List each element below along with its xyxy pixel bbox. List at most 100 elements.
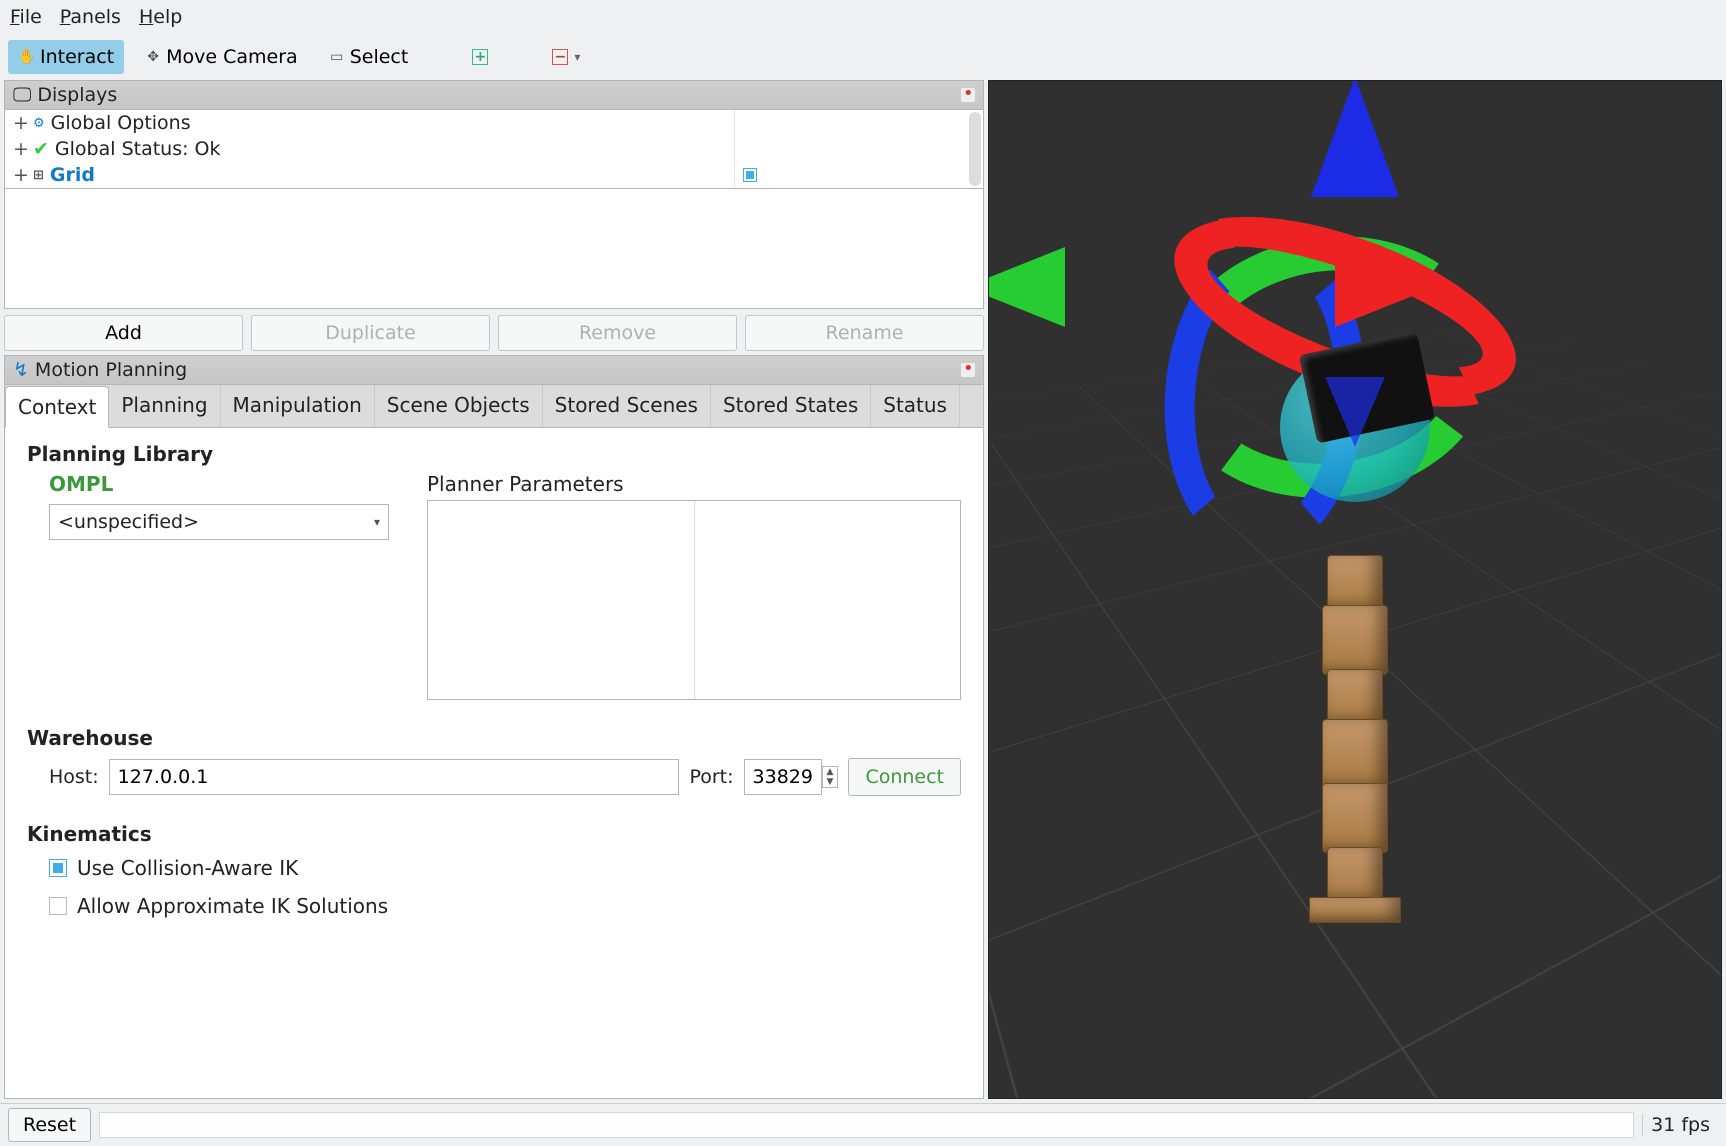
translate-arrow-z-neg[interactable] xyxy=(1325,377,1385,447)
interact-button[interactable]: ✋ Interact xyxy=(8,40,124,74)
close-icon[interactable] xyxy=(961,363,975,377)
menu-file[interactable]: File xyxy=(10,6,42,28)
tree-label: Global Status: Ok xyxy=(55,138,221,160)
fps-readout: 31 fps xyxy=(1642,1114,1718,1136)
motion-planning-header[interactable]: ↯ Motion Planning xyxy=(4,355,984,385)
translate-arrow-x[interactable] xyxy=(1335,247,1435,327)
rename-button: Rename xyxy=(745,315,984,351)
displays-title: Displays xyxy=(37,84,117,106)
grid-checkbox[interactable] xyxy=(743,168,757,182)
3d-viewport[interactable]: ◂ ▸ xyxy=(988,80,1722,1099)
warehouse-title: Warehouse xyxy=(27,726,961,750)
tab-status[interactable]: Status xyxy=(871,385,960,427)
move-camera-button[interactable]: ✥ Move Camera xyxy=(134,40,308,74)
expand-icon[interactable]: + xyxy=(13,138,27,160)
motion-icon: ↯ xyxy=(13,359,29,381)
remove-button: Remove xyxy=(498,315,737,351)
tree-row-global-status[interactable]: + ✔ Global Status: Ok xyxy=(5,136,734,162)
planner-params-title: Planner Parameters xyxy=(427,472,961,496)
add-button[interactable]: Add xyxy=(4,315,243,351)
tree-row-grid[interactable]: + ⊞ Grid xyxy=(5,162,734,188)
expand-icon[interactable]: + xyxy=(13,164,27,186)
gear-icon: ⚙ xyxy=(33,116,45,131)
displays-tree[interactable]: + ⚙ Global Options + ✔ Global Status: Ok… xyxy=(4,110,984,189)
connect-button[interactable]: Connect xyxy=(848,758,961,796)
collision-ik-row[interactable]: Use Collision-Aware IK xyxy=(49,856,961,880)
menu-help[interactable]: Help xyxy=(139,6,182,28)
reset-button[interactable]: Reset xyxy=(8,1108,91,1142)
planner-params-box[interactable] xyxy=(427,500,961,700)
motion-planning-panel: ↯ Motion Planning Context Planning Manip… xyxy=(4,355,984,1099)
tab-context[interactable]: Context xyxy=(5,386,109,428)
select-button[interactable]: ▭ Select xyxy=(318,40,419,74)
remove-tool-button[interactable]: −▾ xyxy=(542,43,590,71)
approx-ik-row[interactable]: Allow Approximate IK Solutions xyxy=(49,894,961,918)
planner-select[interactable]: <unspecified> ▾ xyxy=(49,504,389,540)
translate-arrow-y[interactable] xyxy=(988,247,1065,327)
minus-icon: − xyxy=(552,49,568,65)
select-label: Select xyxy=(350,46,409,68)
robot-link xyxy=(1322,783,1388,853)
move-camera-icon: ✥ xyxy=(144,48,162,66)
plus-icon: + xyxy=(472,49,488,65)
port-label: Port: xyxy=(689,766,733,788)
planner-select-value: <unspecified> xyxy=(58,511,199,533)
tab-stored-states[interactable]: Stored States xyxy=(711,385,871,427)
translate-arrow-z[interactable] xyxy=(1311,80,1399,197)
toolbar: ✋ Interact ✥ Move Camera ▭ Select + −▾ xyxy=(0,34,1726,80)
menu-panels[interactable]: Panels xyxy=(60,6,121,28)
motion-planning-title: Motion Planning xyxy=(35,359,187,381)
host-input[interactable] xyxy=(109,759,680,795)
tab-planning[interactable]: Planning xyxy=(109,385,220,427)
kinematics-title: Kinematics xyxy=(27,822,961,846)
chevron-down-icon: ▾ xyxy=(574,50,580,64)
host-label: Host: xyxy=(49,766,99,788)
robot-link xyxy=(1322,719,1388,789)
chevron-down-icon[interactable]: ▼ xyxy=(823,777,838,787)
displays-description xyxy=(4,189,984,309)
status-bar: Reset 31 fps xyxy=(0,1103,1726,1146)
move-camera-label: Move Camera xyxy=(166,46,298,68)
chevron-down-icon: ▾ xyxy=(374,515,380,529)
tree-label: Global Options xyxy=(51,112,191,134)
robot-link xyxy=(1327,847,1383,903)
port-input[interactable] xyxy=(744,759,822,795)
interactive-marker[interactable] xyxy=(1165,237,1545,617)
spinner-buttons[interactable]: ▲▼ xyxy=(822,766,839,788)
check-icon: ✔ xyxy=(33,138,49,160)
add-tool-button[interactable]: + xyxy=(462,43,498,71)
duplicate-button: Duplicate xyxy=(251,315,490,351)
displays-panel-header[interactable]: 🖵 Displays xyxy=(4,80,984,110)
approx-ik-checkbox[interactable] xyxy=(49,897,67,915)
mp-tabs: Context Planning Manipulation Scene Obje… xyxy=(5,385,983,428)
tab-context-body: Planning Library OMPL <unspecified> ▾ Pl… xyxy=(5,428,983,1098)
grid-icon: ⊞ xyxy=(33,168,44,183)
left-column: 🖵 Displays + ⚙ Global Options + ✔ xyxy=(4,80,984,1099)
robot-link xyxy=(1327,669,1383,725)
displays-icon: 🖵 xyxy=(13,84,31,106)
port-spinner[interactable]: ▲▼ xyxy=(744,759,839,795)
warehouse-row: Host: Port: ▲▼ Connect xyxy=(49,758,961,796)
interact-label: Interact xyxy=(40,46,114,68)
displays-button-row: Add Duplicate Remove Rename xyxy=(4,315,984,351)
tree-label: Grid xyxy=(50,164,95,186)
menu-bar: File Panels Help xyxy=(0,0,1726,34)
planning-library-title: Planning Library xyxy=(27,442,961,466)
expand-icon[interactable]: + xyxy=(13,112,27,134)
scrollbar[interactable] xyxy=(969,112,981,186)
chevron-up-icon[interactable]: ▲ xyxy=(823,767,838,777)
status-spacer xyxy=(99,1112,1634,1138)
displays-panel: 🖵 Displays + ⚙ Global Options + ✔ xyxy=(4,80,984,351)
approx-ik-label: Allow Approximate IK Solutions xyxy=(77,894,388,918)
tree-row-global-options[interactable]: + ⚙ Global Options xyxy=(5,110,734,136)
tab-scene-objects[interactable]: Scene Objects xyxy=(375,385,543,427)
robot-base xyxy=(1309,897,1401,923)
main-area: 🖵 Displays + ⚙ Global Options + ✔ xyxy=(0,80,1726,1103)
collision-ik-checkbox[interactable] xyxy=(49,859,67,877)
tab-stored-scenes[interactable]: Stored Scenes xyxy=(543,385,711,427)
motion-planning-body: Context Planning Manipulation Scene Obje… xyxy=(4,385,984,1099)
planning-library-name: OMPL xyxy=(49,472,113,496)
tab-manipulation[interactable]: Manipulation xyxy=(221,385,375,427)
hand-icon: ✋ xyxy=(18,48,36,66)
close-icon[interactable] xyxy=(961,88,975,102)
